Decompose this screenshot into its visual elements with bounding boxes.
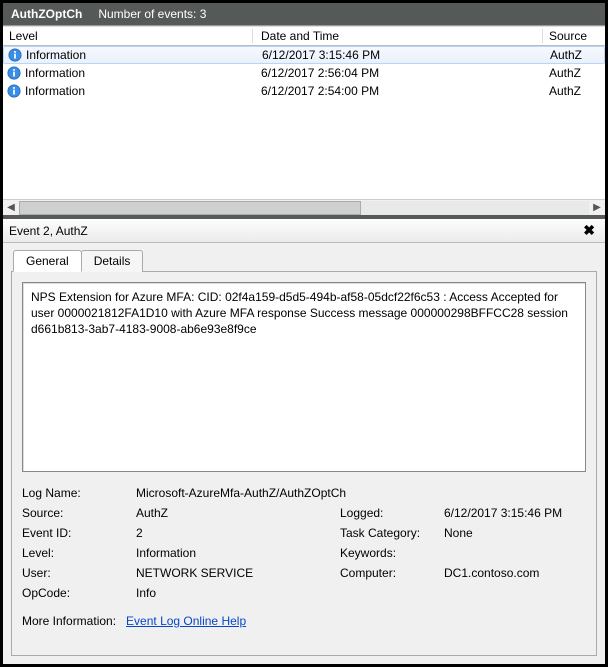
row-source: AuthZ bbox=[543, 84, 605, 98]
more-information-label: More Information: bbox=[22, 614, 116, 628]
keywords-label: Keywords: bbox=[340, 546, 440, 560]
opcode-label: OpCode: bbox=[22, 586, 132, 600]
event-message-box[interactable]: NPS Extension for Azure MFA: CID: 02f4a1… bbox=[22, 282, 586, 472]
close-icon[interactable]: ✖ bbox=[579, 222, 599, 239]
row-source: AuthZ bbox=[544, 48, 604, 62]
column-header-date[interactable]: Date and Time bbox=[253, 29, 543, 43]
row-date: 6/12/2017 2:54:00 PM bbox=[253, 84, 543, 98]
user-value: NETWORK SERVICE bbox=[136, 566, 336, 580]
horizontal-scrollbar[interactable]: ◀ ▶ bbox=[3, 199, 605, 215]
detail-pane: Event 2, AuthZ ✖ General Details NPS Ext… bbox=[3, 219, 605, 664]
opcode-value: Info bbox=[136, 586, 586, 600]
event-list-pane: Level Date and Time Source Information 6… bbox=[3, 25, 605, 215]
log-channel-name: AuthZOptCh bbox=[11, 7, 82, 21]
row-level: Information bbox=[25, 84, 85, 98]
table-row[interactable]: Information 6/12/2017 3:15:46 PM AuthZ bbox=[3, 46, 605, 64]
detail-titlebar: Event 2, AuthZ ✖ bbox=[3, 219, 605, 243]
scroll-left-arrow-icon[interactable]: ◀ bbox=[3, 201, 19, 215]
table-row[interactable]: Information 6/12/2017 2:54:00 PM AuthZ bbox=[3, 82, 605, 100]
event-id-value: 2 bbox=[136, 526, 336, 540]
log-name-value: Microsoft-AzureMfa-AuthZ/AuthZOptCh bbox=[136, 486, 586, 500]
log-name-label: Log Name: bbox=[22, 486, 132, 500]
tab-details[interactable]: Details bbox=[81, 250, 144, 272]
tab-general[interactable]: General bbox=[13, 250, 82, 272]
source-value: AuthZ bbox=[136, 506, 336, 520]
row-source: AuthZ bbox=[543, 66, 605, 80]
level-label: Level: bbox=[22, 546, 132, 560]
computer-value: DC1.contoso.com bbox=[444, 566, 586, 580]
detail-title: Event 2, AuthZ bbox=[9, 224, 88, 238]
scroll-thumb[interactable] bbox=[19, 201, 361, 215]
information-icon bbox=[7, 84, 21, 98]
event-rows: Information 6/12/2017 3:15:46 PM AuthZ I… bbox=[3, 46, 605, 199]
column-header-level[interactable]: Level bbox=[3, 29, 253, 43]
event-properties-grid: Log Name: Microsoft-AzureMfa-AuthZ/AuthZ… bbox=[22, 486, 586, 600]
column-header-source[interactable]: Source bbox=[543, 29, 605, 43]
logged-value: 6/12/2017 3:15:46 PM bbox=[444, 506, 586, 520]
source-label: Source: bbox=[22, 506, 132, 520]
event-count-label: Number of events: 3 bbox=[98, 7, 206, 21]
level-value: Information bbox=[136, 546, 336, 560]
task-category-label: Task Category: bbox=[340, 526, 440, 540]
column-headers: Level Date and Time Source bbox=[3, 26, 605, 46]
detail-tabs: General Details bbox=[3, 243, 605, 271]
keywords-value bbox=[444, 546, 586, 560]
tab-general-body: NPS Extension for Azure MFA: CID: 02f4a1… bbox=[11, 271, 597, 656]
event-log-online-help-link[interactable]: Event Log Online Help bbox=[126, 614, 246, 628]
row-date: 6/12/2017 3:15:46 PM bbox=[254, 48, 544, 62]
event-viewer-frame: AuthZOptCh Number of events: 3 Level Dat… bbox=[0, 0, 608, 667]
row-level: Information bbox=[25, 66, 85, 80]
table-row[interactable]: Information 6/12/2017 2:56:04 PM AuthZ bbox=[3, 64, 605, 82]
titlebar: AuthZOptCh Number of events: 3 bbox=[3, 3, 605, 25]
task-category-value: None bbox=[444, 526, 586, 540]
event-id-label: Event ID: bbox=[22, 526, 132, 540]
scroll-right-arrow-icon[interactable]: ▶ bbox=[589, 201, 605, 215]
user-label: User: bbox=[22, 566, 132, 580]
more-information-row: More Information: Event Log Online Help bbox=[22, 614, 586, 628]
computer-label: Computer: bbox=[340, 566, 440, 580]
row-level: Information bbox=[26, 48, 86, 62]
information-icon bbox=[7, 66, 21, 80]
information-icon bbox=[8, 48, 22, 62]
logged-label: Logged: bbox=[340, 506, 440, 520]
scroll-track[interactable] bbox=[19, 201, 589, 215]
row-date: 6/12/2017 2:56:04 PM bbox=[253, 66, 543, 80]
